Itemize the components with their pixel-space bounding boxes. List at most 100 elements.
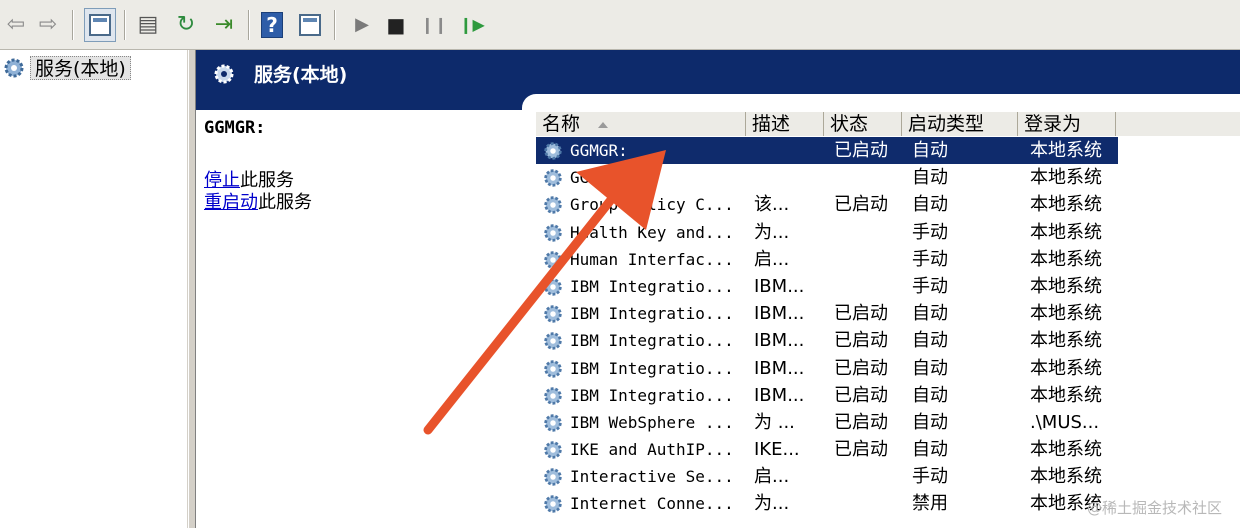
- service-description-cell: IBM...: [754, 275, 805, 297]
- service-description-panel: GGMGR: 停止此服务 重启动此服务: [204, 118, 524, 214]
- service-startup-cell: 手动: [912, 466, 948, 488]
- service-status-cell: 已启动: [834, 303, 888, 325]
- service-startup-cell: 手动: [912, 275, 948, 297]
- table-row[interactable]: GGMGR: 已启动 自动 本地系统: [536, 137, 1118, 165]
- gear-icon: [4, 58, 24, 78]
- tree-item-services-local[interactable]: 服务(本地): [2, 55, 131, 81]
- service-name-cell: Interactive Se...: [570, 467, 734, 487]
- service-gear-icon: [544, 386, 562, 405]
- service-logon-cell: 本地系统: [1030, 303, 1102, 325]
- back-icon[interactable]: ⇦: [0, 8, 32, 42]
- service-logon-cell: 本地系统: [1030, 167, 1102, 189]
- service-startup-cell: 手动: [912, 221, 948, 243]
- service-name-cell: GGSMGR: [570, 168, 628, 188]
- service-name-cell: GGMGR:: [570, 141, 628, 160]
- table-row[interactable]: IBM Integratio... IBM... 已启动 自动 本地系统: [536, 382, 1240, 409]
- service-description-cell: 为...: [754, 221, 790, 243]
- service-gear-icon: [544, 495, 562, 514]
- service-name-cell: Human Interfac...: [570, 249, 734, 269]
- service-logon-cell: 本地系统: [1030, 384, 1102, 406]
- service-gear-icon: [544, 414, 562, 432]
- service-startup-cell: 自动: [912, 357, 948, 379]
- service-description-cell: 为...: [754, 493, 790, 515]
- service-description-cell: 为 ...: [754, 411, 795, 433]
- help-button[interactable]: ?: [256, 8, 288, 42]
- properties-icon[interactable]: ▤: [132, 8, 164, 42]
- service-status-cell: [834, 463, 906, 490]
- table-row[interactable]: IBM Integratio... IBM... 已启动 自动 本地系统: [536, 355, 1240, 382]
- service-name-cell: IBM Integratio...: [570, 276, 734, 296]
- service-startup-cell: 自动: [912, 411, 948, 433]
- table-row[interactable]: Group Policy C... 该... 已启动 自动 本地系统: [536, 191, 1240, 218]
- service-name-cell: IBM Integratio...: [570, 358, 734, 378]
- action-pane-icon: [299, 14, 321, 36]
- service-status-cell: [834, 219, 906, 246]
- service-logon-cell: 本地系统: [1030, 221, 1102, 243]
- action-pane-button[interactable]: [294, 8, 326, 42]
- forward-icon[interactable]: ⇨: [32, 8, 64, 42]
- service-logon-cell: .\MUS...: [1030, 411, 1100, 433]
- service-gear-icon: [544, 278, 562, 296]
- help-icon: ?: [261, 12, 283, 38]
- table-row[interactable]: Human Interfac... 启... 手动 本地系统: [536, 246, 1240, 273]
- column-header-logon-as[interactable]: 登录为: [1018, 112, 1116, 136]
- service-startup-cell: 手动: [912, 248, 948, 270]
- table-row[interactable]: GGSMGR 自动 本地系统: [536, 164, 1240, 191]
- selected-service-title: GGMGR:: [204, 118, 266, 138]
- service-gear-icon: [544, 332, 562, 351]
- service-gear-icon: [544, 359, 562, 378]
- table-row[interactable]: IKE and AuthIP... IKE... 已启动 自动 本地系统: [536, 436, 1240, 463]
- stop-service-suffix: 此服务: [240, 170, 294, 191]
- start-service-icon[interactable]: ▶: [346, 8, 378, 42]
- service-name-cell: IBM Integratio...: [570, 331, 734, 351]
- table-row[interactable]: IBM WebSphere ... 为 ... 已启动 自动 .\MUS...: [536, 409, 1240, 436]
- service-description-cell: IBM...: [754, 330, 805, 352]
- pane-splitter[interactable]: [188, 50, 196, 528]
- restart-service-icon[interactable]: ❙▶: [456, 8, 488, 42]
- service-status-cell: 已启动: [834, 140, 888, 161]
- column-header-name-label: 名称: [542, 113, 581, 135]
- service-description-cell: [754, 164, 824, 191]
- column-header-status[interactable]: 状态: [824, 112, 902, 136]
- service-logon-cell: 本地系统: [1030, 248, 1102, 270]
- column-header-startup-type[interactable]: 启动类型: [902, 112, 1018, 136]
- restart-service-link[interactable]: 重启动: [204, 192, 258, 213]
- column-header-filler: [1116, 112, 1240, 136]
- column-header-description[interactable]: 描述: [746, 112, 824, 136]
- service-gear-icon: [544, 196, 562, 215]
- show-console-tree-icon: [89, 14, 111, 36]
- toolbar-separator: [72, 10, 74, 40]
- service-status-cell: [834, 164, 906, 191]
- service-description-cell: 启...: [754, 248, 790, 270]
- toolbar-separator: [334, 10, 336, 40]
- export-list-icon[interactable]: ⇥: [208, 8, 240, 42]
- tree-item-label: 服务(本地): [30, 56, 131, 80]
- stop-service-link[interactable]: 停止: [204, 170, 240, 191]
- toolbar: ⇦ ⇨ ▤ ↻ ⇥ ? ▶ ■ ❙❙ ❙▶: [0, 0, 1240, 50]
- refresh-icon[interactable]: ↻: [170, 8, 202, 42]
- column-header-name[interactable]: 名称: [536, 112, 746, 136]
- service-logon-cell: 本地系统: [1030, 194, 1102, 216]
- gear-icon: [214, 64, 234, 84]
- service-status-cell: 已启动: [834, 439, 888, 461]
- list-header: 名称 描述 状态 启动类型 登录为: [536, 112, 1240, 136]
- table-row[interactable]: IBM Integratio... IBM... 已启动 自动 本地系统: [536, 300, 1240, 327]
- stop-service-icon[interactable]: ■: [380, 8, 412, 42]
- toolbar-separator: [124, 10, 126, 40]
- services-pane: 服务(本地) GGMGR: 停止此服务 重启动此服务 名称 描述 状态 启动类型…: [196, 50, 1240, 528]
- restart-service-suffix: 此服务: [258, 192, 312, 213]
- table-row[interactable]: IBM Integratio... IBM... 已启动 自动 本地系统: [536, 327, 1240, 354]
- show-console-tree-button[interactable]: [84, 8, 116, 42]
- pane-title: 服务(本地): [254, 64, 348, 86]
- service-status-cell: 已启动: [834, 194, 888, 216]
- service-startup-cell: 自动: [912, 140, 948, 161]
- service-gear-icon: [544, 142, 562, 160]
- table-row[interactable]: Interactive Se... 启... 手动 本地系统: [536, 463, 1240, 490]
- watermark: @稀土掘金技术社区: [1086, 499, 1222, 517]
- service-description-cell: IKE...: [754, 439, 800, 461]
- service-logon-cell: 本地系统: [1030, 140, 1102, 161]
- table-row[interactable]: Health Key and... 为... 手动 本地系统: [536, 219, 1240, 246]
- table-row[interactable]: IBM Integratio... IBM... 手动 本地系统: [536, 273, 1240, 300]
- pause-service-icon[interactable]: ❙❙: [418, 8, 450, 42]
- service-description-cell: 该...: [754, 194, 790, 216]
